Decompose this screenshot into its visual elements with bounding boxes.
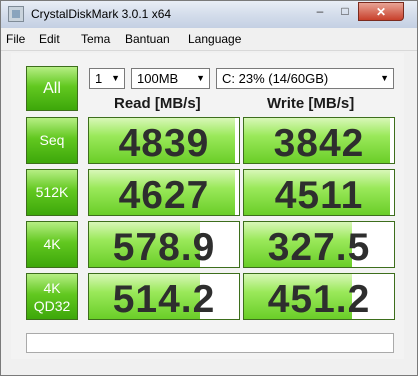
4k-write-cell: 327.5 — [243, 221, 395, 268]
drive-value: C: 23% (14/60GB) — [222, 71, 329, 86]
maximize-button[interactable]: □ — [332, 2, 358, 21]
seq-write-value: 3842 — [273, 122, 365, 164]
512k-read-cell: 4627 — [88, 169, 240, 216]
app-window: CrystalDiskMark 3.0.1 x64 – □ ✕ File Edi… — [0, 0, 418, 376]
4k-qd32-label-line2: QD32 — [33, 298, 71, 314]
size-select[interactable]: 100MB ▼ — [131, 68, 210, 89]
menu-language[interactable]: Language — [188, 32, 241, 46]
seq-button[interactable]: Seq — [26, 117, 78, 164]
menu-bar: File Edit Tema Bantuan Language — [1, 28, 417, 51]
window-title: CrystalDiskMark 3.0.1 x64 — [31, 7, 172, 21]
size-value: 100MB — [137, 71, 179, 86]
seq-read-cell: 4839 — [88, 117, 240, 164]
4k-qd32-write-cell: 451.2 — [243, 273, 395, 320]
4k-button[interactable]: 4K — [26, 221, 78, 268]
minimize-button[interactable]: – — [308, 2, 332, 21]
chevron-down-icon: ▼ — [380, 73, 389, 83]
4k-read-value: 578.9 — [112, 226, 216, 268]
menu-bantuan[interactable]: Bantuan — [125, 32, 170, 46]
runs-value: 1 — [95, 71, 103, 86]
read-header: Read [MB/s] — [114, 95, 201, 112]
seq-write-cell: 3842 — [243, 117, 395, 164]
menu-edit[interactable]: Edit — [39, 32, 60, 46]
write-header: Write [MB/s] — [267, 95, 355, 112]
512k-write-cell: 4511 — [243, 169, 395, 216]
menu-tema[interactable]: Tema — [81, 32, 110, 46]
all-button[interactable]: All — [26, 66, 78, 111]
benchmark-panel: All 1 ▼ 100MB ▼ C: 23% (14/60GB) ▼ Read … — [11, 53, 404, 359]
4k-qd32-read-cell: 514.2 — [88, 273, 240, 320]
seq-read-value: 4839 — [118, 122, 210, 164]
512k-button[interactable]: 512K — [26, 169, 78, 216]
chevron-down-icon: ▼ — [196, 73, 205, 83]
app-icon — [8, 6, 24, 22]
status-bar — [26, 333, 394, 353]
4k-read-cell: 578.9 — [88, 221, 240, 268]
menu-file[interactable]: File — [6, 32, 25, 46]
chevron-down-icon: ▼ — [111, 73, 120, 83]
runs-select[interactable]: 1 ▼ — [89, 68, 125, 89]
4k-write-value: 327.5 — [267, 226, 371, 268]
4k-qd32-label-line1: 4K — [43, 280, 61, 296]
drive-select[interactable]: C: 23% (14/60GB) ▼ — [216, 68, 394, 89]
512k-read-value: 4627 — [118, 174, 210, 216]
4k-qd32-button[interactable]: 4K QD32 — [26, 273, 78, 320]
close-button[interactable]: ✕ — [358, 2, 404, 21]
512k-write-value: 4511 — [274, 174, 364, 216]
4k-qd32-read-value: 514.2 — [112, 278, 216, 320]
title-bar[interactable]: CrystalDiskMark 3.0.1 x64 – □ ✕ — [1, 1, 417, 28]
4k-qd32-write-value: 451.2 — [267, 278, 371, 320]
